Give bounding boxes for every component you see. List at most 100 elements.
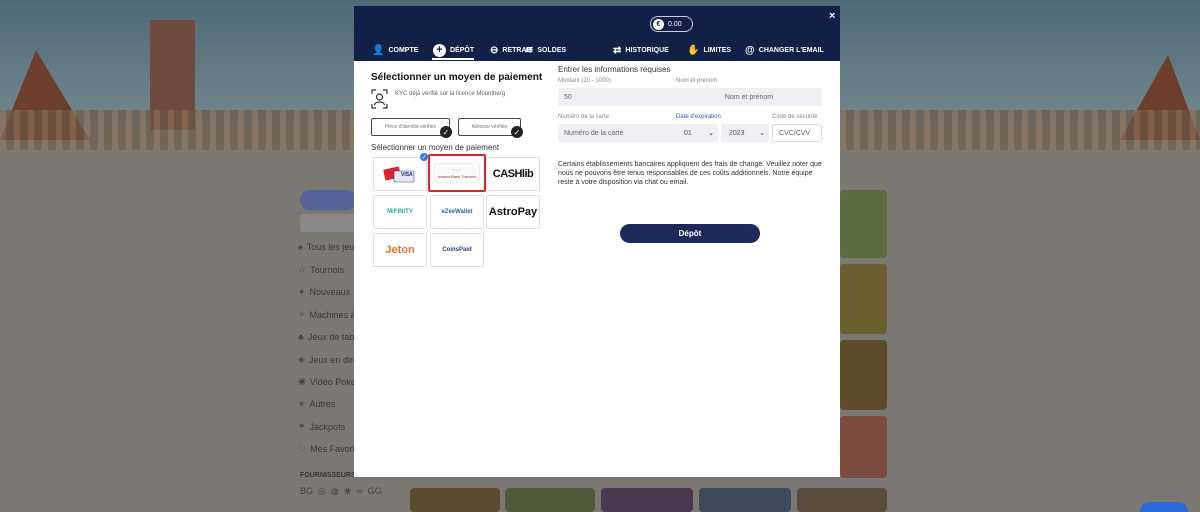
side-menu-item[interactable]: ♡ Mes Favoris (298, 444, 359, 455)
tab-soldes[interactable]: ≋ SOLDES (525, 42, 566, 58)
side-menu-item[interactable]: ♣ Jeux de table (298, 332, 361, 342)
tab-compte[interactable]: 👤 COMPTE (372, 42, 418, 58)
close-icon[interactable]: × (829, 10, 835, 22)
payment-method-cashlib[interactable]: CASHlib (486, 157, 540, 191)
provider-logo-icon[interactable]: ❀ (344, 486, 352, 497)
payment-method-astropay[interactable]: AstroPay (486, 195, 540, 229)
form-title: Entrer les informations requises (558, 65, 671, 74)
game-tile[interactable] (699, 488, 791, 512)
game-tile[interactable] (410, 488, 500, 512)
provider-logo-icon[interactable]: ◍ (331, 486, 339, 497)
game-tile[interactable] (601, 488, 693, 512)
provider-icons: BG ◎ ◍ ❀ ∞ GG (300, 486, 382, 497)
deposit-button[interactable]: Dépôt (620, 224, 760, 243)
side-menu-item[interactable]: ✦ Nouveaux (298, 287, 350, 298)
side-menu-item[interactable]: ✶ Jackpots (298, 421, 345, 432)
providers-title: FOURNISSEURS (300, 472, 356, 479)
side-menu-label: Jackpots (309, 421, 346, 432)
checkmark-icon: ✓ (511, 126, 523, 138)
new-icon: ✦ (298, 286, 306, 297)
game-tile[interactable] (840, 416, 887, 478)
exchange-fee-notice: Certains établissements bancaires appliq… (558, 161, 822, 186)
side-search-input[interactable] (300, 214, 356, 232)
side-menu-item[interactable]: ☆ Tournois (298, 264, 344, 275)
checkmark-icon: ✓ (440, 126, 452, 138)
table-icon: ♣ (298, 331, 304, 342)
side-menu-item[interactable]: ✳ Autres (298, 399, 336, 410)
provider-logo-icon[interactable]: ◎ (318, 486, 326, 497)
side-menu-label: Tous les jeux (306, 242, 359, 252)
balance-amount: 0.00 (668, 20, 682, 28)
card-number-input[interactable]: Numéro de la carte (558, 124, 676, 142)
expiry-month-select[interactable]: 01 ⌄ (676, 124, 718, 142)
cvc-label: Code de sécurité (772, 114, 818, 120)
poker-icon: ◉ (298, 376, 306, 387)
slot-icon: ✧ (298, 309, 306, 320)
selected-badge-icon: ✓ (420, 153, 428, 161)
game-tile[interactable] (840, 190, 887, 258)
user-icon: 👤 (372, 44, 385, 56)
plus-circle-icon: + (433, 43, 446, 57)
active-tab-indicator (432, 58, 474, 60)
side-menu-item[interactable]: ◉ Vidéo Poker (298, 376, 359, 387)
side-menu-label: Mes Favoris (310, 444, 360, 455)
expiry-label: Date d'expiration (676, 114, 721, 120)
balance-toggle[interactable]: € 0.00 (650, 16, 693, 32)
payment-method-mifinity[interactable]: MiFINITY (373, 195, 427, 229)
modal-header: € 0.00 × 👤 COMPTE + DÉPÔT ⊖ RETRAIT ≋ SOLDES ⇄ HI… (354, 6, 840, 61)
tab-label: LIMITES (703, 46, 732, 54)
id-verified-field[interactable]: Pièce d'identité vérifiée (371, 118, 450, 136)
game-tile[interactable] (505, 488, 595, 512)
side-category-button[interactable] (300, 190, 356, 210)
tab-depot[interactable]: + DÉPÔT (433, 42, 474, 58)
account-tabs: 👤 COMPTE + DÉPÔT ⊖ RETRAIT ≋ SOLDES ⇄ HISTORIQUE ✋… (354, 42, 840, 58)
minus-circle-icon: ⊖ (490, 44, 499, 56)
tab-limites[interactable]: ✋ LIMITES (687, 42, 731, 58)
cards-icon: ♠ (298, 242, 303, 252)
coin-icon: € (653, 18, 664, 30)
side-menu-item[interactable]: ♠ Tous les jeux (298, 242, 359, 252)
cvc-input[interactable]: CVC/CVV (772, 124, 822, 142)
card-number-label: Numéro de la carte (558, 114, 610, 120)
side-menu-label: Autres (309, 399, 336, 410)
tab-label: HISTORIQUE (625, 46, 669, 54)
provider-logo-icon[interactable]: BG (300, 486, 313, 497)
chevron-down-icon: ⌄ (708, 130, 714, 137)
coins-icon: ≋ (525, 44, 534, 56)
kyc-shield-icon (371, 89, 388, 109)
fullname-input[interactable]: Nom et prénom (676, 88, 822, 106)
side-menu-label: Tournois (310, 264, 345, 275)
jackpot-icon: ✶ (298, 421, 306, 432)
side-menu-label: Vidéo Poker (309, 376, 359, 387)
payment-method-subtitle: Sélectionner un moyen de paiement (371, 143, 500, 152)
deposit-modal: € 0.00 × 👤 COMPTE + DÉPÔT ⊖ RETRAIT ≋ SOLDES ⇄ HI… (354, 6, 840, 477)
tab-historique[interactable]: ⇄ HISTORIQUE (613, 42, 669, 58)
heart-icon: ♡ (298, 443, 307, 454)
payment-method-instant-bank-transfer[interactable]: ▫ ▫ ▫ Instant Bank Transfer (428, 154, 486, 192)
expiry-year-select[interactable]: 2023 ⌄ (721, 124, 769, 142)
arrows-icon: ⇄ (613, 44, 622, 56)
payment-method-title: Sélectionner un moyen de paiement (371, 72, 543, 83)
payment-method-coinspaid[interactable]: CoinsPaid (430, 233, 484, 267)
other-icon: ✳ (298, 398, 306, 409)
kyc-status-text: KYC déjà vérifié sur la licence Mountber… (395, 91, 506, 97)
game-tile[interactable] (840, 340, 887, 410)
payment-method-jeton[interactable]: Jeton (373, 233, 427, 267)
fullname-label: Nom et prénom (676, 78, 718, 84)
chat-bubble-button[interactable] (1140, 502, 1188, 512)
at-icon: @ (745, 44, 755, 56)
provider-logo-icon[interactable]: ∞ (356, 486, 362, 497)
tab-label: CHANGER L'EMAIL (758, 46, 824, 54)
visa-card-icon (383, 166, 415, 183)
amount-input[interactable]: 50 (558, 88, 676, 106)
game-tile[interactable] (797, 488, 887, 512)
tab-label: DÉPÔT (450, 46, 475, 54)
game-tile[interactable] (840, 264, 887, 334)
payment-method-visa[interactable]: VISA (373, 157, 427, 191)
payment-method-ezeewallet[interactable]: eZeeWallet (430, 195, 484, 229)
tab-label: SOLDES (537, 46, 567, 54)
amount-label: Montant (20 - 1000) (558, 78, 611, 84)
trophy-icon: ☆ (298, 264, 307, 275)
tab-changer-email[interactable]: @ CHANGER L'EMAIL (745, 42, 824, 58)
provider-logo-icon[interactable]: GG (368, 486, 382, 497)
